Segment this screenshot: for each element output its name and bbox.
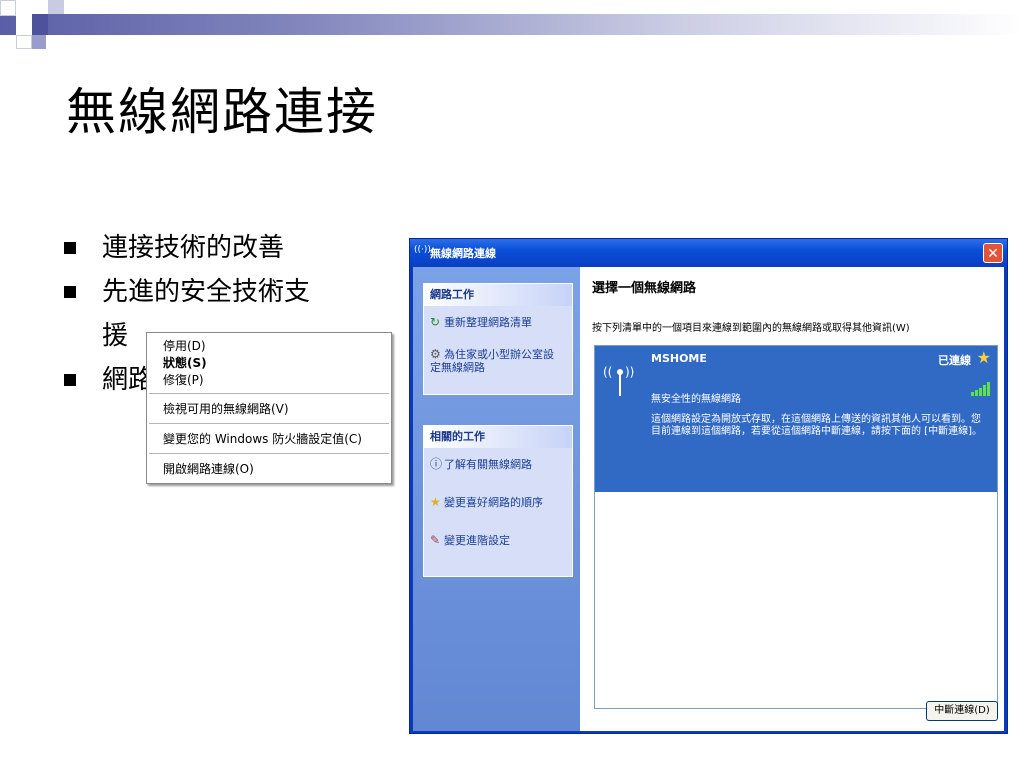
window-titlebar[interactable]: ((·)) 無線網路連線 ✕ [410, 239, 1007, 267]
menu-separator [149, 393, 389, 394]
menu-item-view-networks[interactable]: 檢視可用的無線網路(V) [163, 400, 289, 417]
bullet-square-icon [64, 242, 76, 254]
window-client: 網路工作 ↻ 重新整理網路清單 ⚙ 為住家或小型辦公室設定無線網路 相關的工作 ⓘ 了… [413, 267, 1004, 731]
network-info: 這個網路設定為開放式存取，在這個網路上傳送的資訊其他人可以看到。您目前連線到這個… [651, 414, 982, 437]
refresh-icon: ↻ [430, 315, 441, 329]
antenna-icon: (( )) [603, 358, 643, 398]
signal-strength-icon [971, 382, 990, 396]
info-icon: ⓘ [430, 457, 443, 471]
wireless-window: ((·)) 無線網路連線 ✕ 網路工作 ↻ 重新整理網路清單 ⚙ 為住家或小型辦公室… [409, 238, 1008, 734]
network-item-selected[interactable]: (( )) MSHOME 已連線 ★ 無安全性的無線網路 這個網路設定為開放式存… [595, 346, 997, 492]
menu-item-open-connections[interactable]: 開啟網路連線(O) [163, 460, 254, 477]
menu-item-disable[interactable]: 停用(D) [163, 337, 206, 354]
context-menu: 停用(D) 狀態(S) 修復(P) 檢視可用的無線網路(V) 變更您的 Wind… [146, 332, 392, 484]
related-tasks-panel: 相關的工作 ⓘ 了解有關無線網路 ★ 變更喜好網路的順序 ✎ 變更進階設定 [423, 425, 573, 577]
task-pane: 網路工作 ↻ 重新整理網路清單 ⚙ 為住家或小型辦公室設定無線網路 相關的工作 ⓘ 了… [413, 267, 580, 731]
menu-item-repair[interactable]: 修復(P) [163, 371, 204, 388]
decor-square [16, 35, 32, 49]
task-order[interactable]: ★ 變更喜好網路的順序 [430, 495, 543, 510]
network-security: 無安全性的無線網路 [651, 394, 741, 405]
decor-square [32, 35, 46, 49]
menu-item-firewall[interactable]: 變更您的 Windows 防火牆設定值(C) [163, 430, 362, 447]
task-advanced[interactable]: ✎ 變更進階設定 [430, 533, 510, 548]
disconnect-button[interactable]: 中斷連線(D) [926, 701, 998, 721]
network-pane: 選擇一個無線網路 按下列清單中的一個項目來連線到範圍內的無線網路或取得其他資訊(… [580, 267, 1004, 731]
bullet-square-icon [64, 374, 76, 386]
network-status: 已連線 [938, 354, 971, 367]
signal-bar [975, 390, 978, 396]
panel-header: 相關的工作 [424, 426, 572, 448]
menu-separator [149, 423, 389, 424]
window-title: 無線網路連線 [430, 247, 496, 260]
bullet-item: 連接技術的改善 [62, 226, 382, 270]
task-refresh[interactable]: ↻ 重新整理網路清單 [430, 315, 532, 330]
setup-wizard-icon: ⚙ [430, 347, 441, 361]
pane-title: 選擇一個無線網路 [592, 281, 697, 296]
header-band [0, 14, 1024, 35]
network-tasks-panel: 網路工作 ↻ 重新整理網路清單 ⚙ 為住家或小型辦公室設定無線網路 [423, 283, 573, 395]
network-list: (( )) MSHOME 已連線 ★ 無安全性的無線網路 這個網路設定為開放式存… [594, 345, 998, 709]
signal-bar [971, 392, 974, 396]
star-icon: ★ [430, 495, 441, 509]
task-label: 變更喜好網路的順序 [444, 496, 543, 509]
svg-text:)): )) [625, 365, 634, 379]
pane-description: 按下列清單中的一個項目來連線到範圍內的無線網路或取得其他資訊(W) [592, 323, 910, 334]
preferred-star-icon: ★ [976, 348, 991, 367]
menu-separator [149, 453, 389, 454]
decor-square [48, 0, 64, 14]
wireless-icon: ((·)) [414, 245, 431, 255]
task-learn[interactable]: ⓘ 了解有關無線網路 [430, 457, 532, 472]
menu-item-status[interactable]: 狀態(S) [163, 354, 207, 371]
signal-bar [987, 382, 990, 396]
panel-header: 網路工作 [424, 284, 572, 306]
task-label: 了解有關無線網路 [444, 458, 532, 471]
bullet-text: 先進的安全技術支 [102, 277, 311, 307]
decor-square [16, 14, 32, 35]
task-label: 變更進階設定 [444, 534, 510, 547]
decor-square [32, 14, 48, 35]
bullet-square-icon [64, 286, 76, 298]
bullet-text: 連接技術的改善 [102, 233, 285, 263]
close-button[interactable]: ✕ [983, 243, 1003, 263]
settings-icon: ✎ [430, 533, 441, 547]
slide-title: 無線網路連接 [66, 83, 378, 141]
bullet-text-cont: 援 [102, 321, 129, 351]
task-label: 為住家或小型辦公室設定無線網路 [430, 348, 554, 374]
decor-square [0, 0, 16, 16]
task-label: 重新整理網路清單 [444, 316, 532, 329]
signal-bar [979, 388, 982, 396]
network-ssid: MSHOME [651, 352, 707, 365]
signal-bar [983, 385, 986, 396]
svg-text:((: (( [603, 365, 612, 379]
task-setup[interactable]: ⚙ 為住家或小型辦公室設定無線網路 [430, 347, 564, 375]
